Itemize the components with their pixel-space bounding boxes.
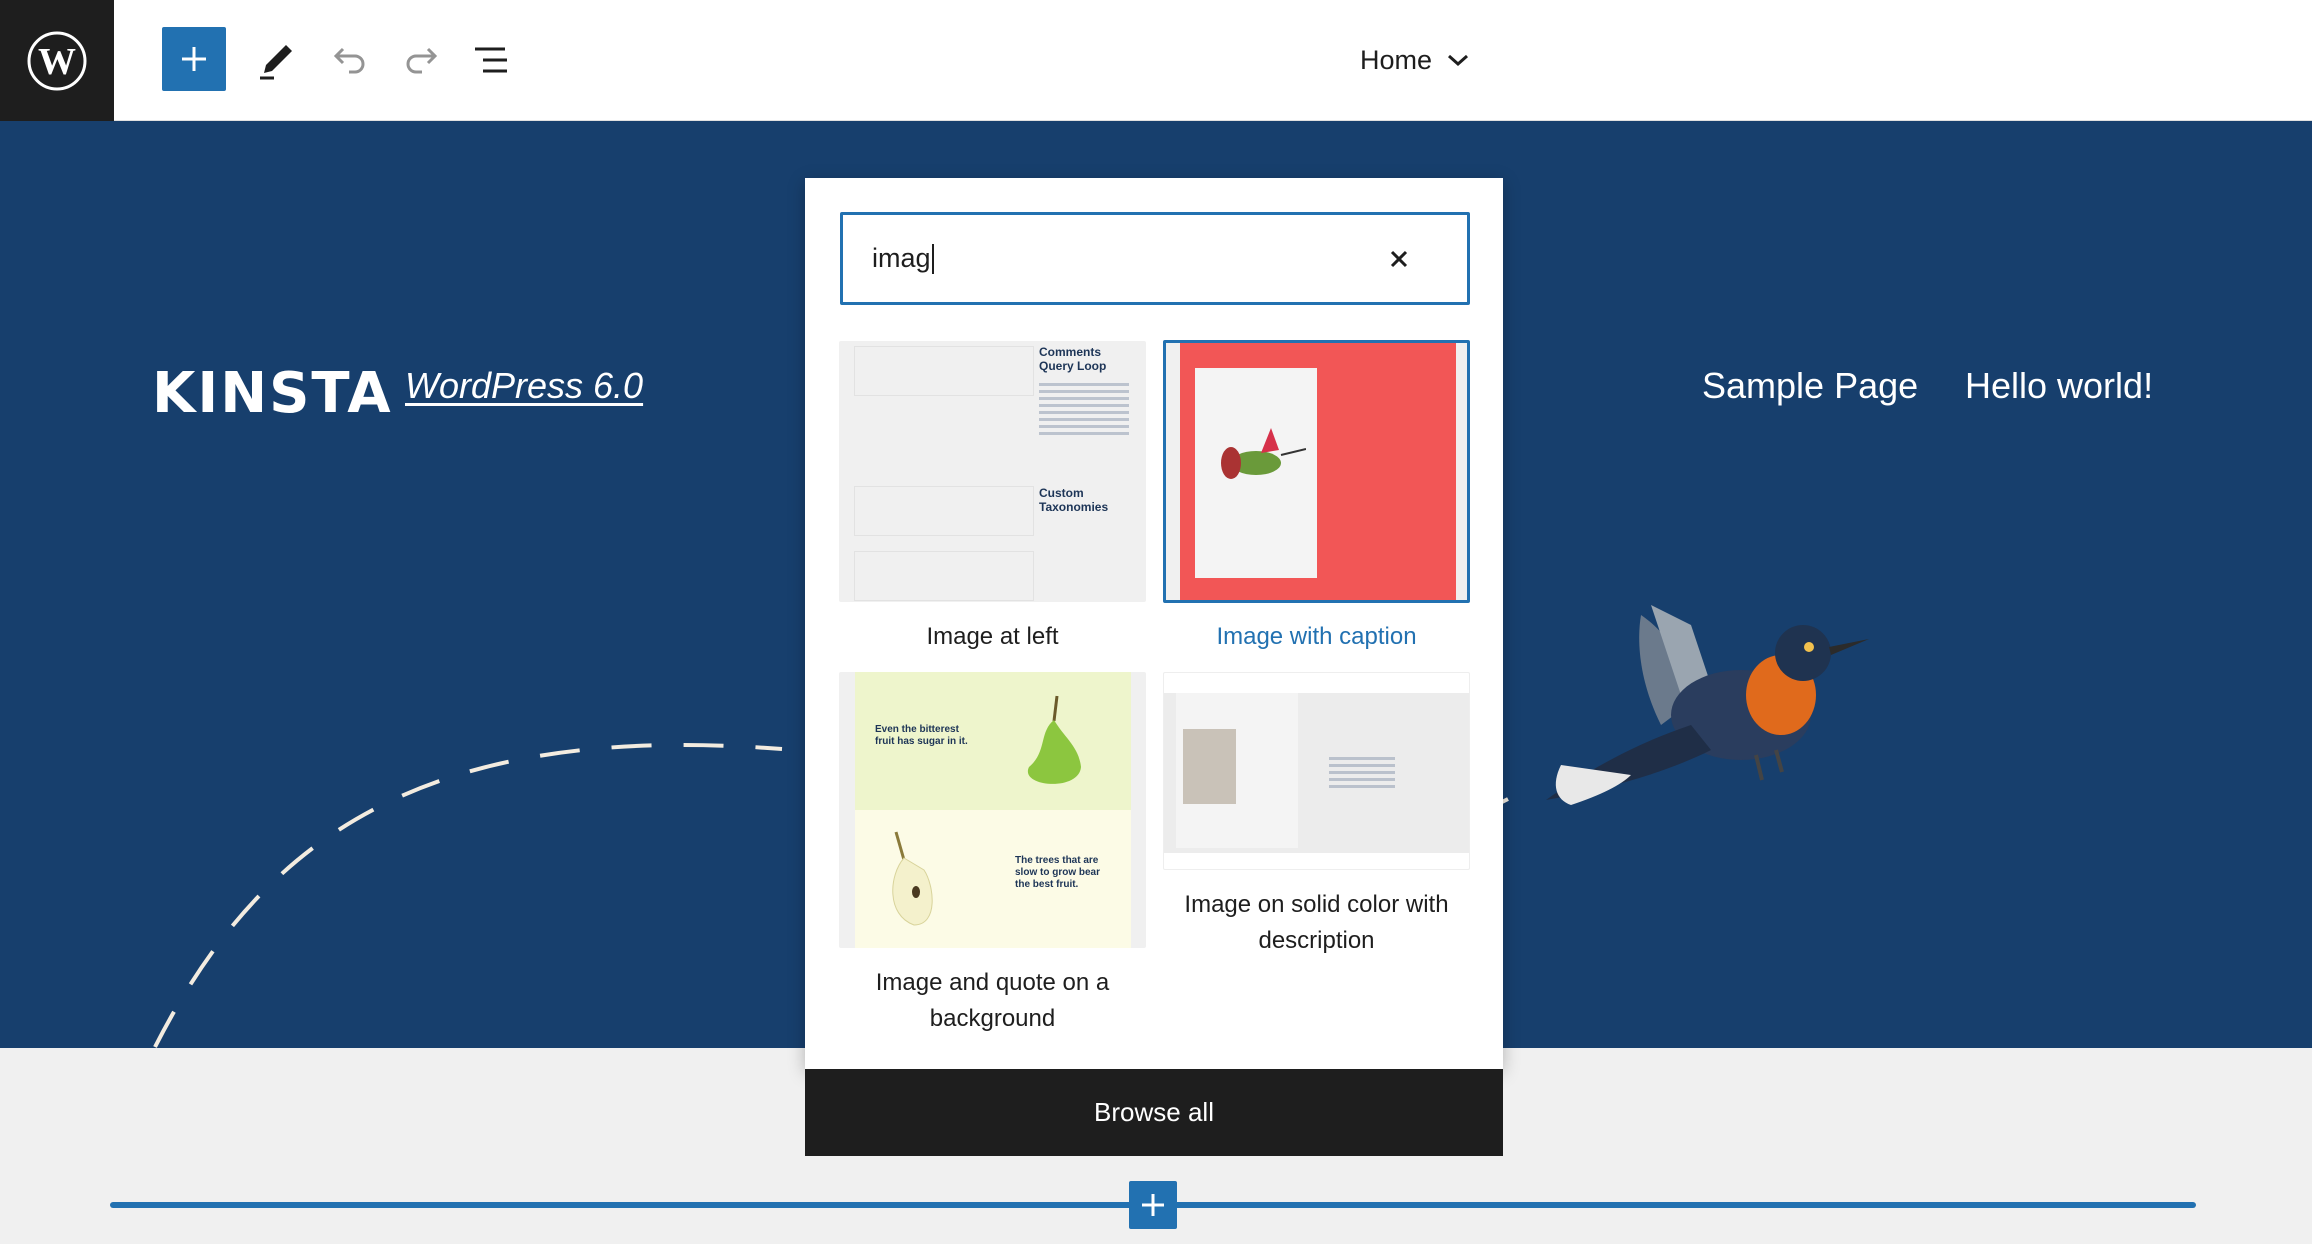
plus-icon [1142, 1194, 1164, 1216]
top-toolbar: W Home [0, 0, 2312, 121]
browse-all-button[interactable]: Browse all [805, 1069, 1503, 1156]
plus-icon [182, 47, 206, 71]
site-title-link[interactable]: WordPress 6.0 [405, 365, 643, 407]
pattern-image-on-solid-color[interactable] [1163, 672, 1470, 870]
insert-block-button[interactable] [1129, 1181, 1177, 1229]
bird-illustration [1546, 605, 1869, 805]
nav-link-sample-page[interactable]: Sample Page [1702, 365, 1918, 407]
undo-button[interactable] [319, 30, 379, 90]
pattern-label[interactable]: Image at left [839, 619, 1146, 655]
search-input[interactable]: imag [840, 212, 1470, 305]
add-block-button[interactable] [162, 27, 226, 91]
undo-icon [333, 47, 365, 74]
pattern-image-at-left[interactable]: Comments Query Loop Custom Taxonomies [839, 341, 1146, 602]
site-logo-text: KINSTA [152, 361, 393, 426]
pattern-image-and-quote[interactable]: Even the bitterest fruit has sugar in it… [839, 672, 1146, 948]
chevron-down-icon [1448, 54, 1469, 67]
pattern-label[interactable]: Image and quote on a background [839, 965, 1146, 1037]
thumb-quote: The trees that are slow to grow bear the… [1015, 855, 1101, 890]
pencil-icon [260, 45, 292, 80]
pattern-label[interactable]: Image with caption [1163, 619, 1470, 655]
site-logo[interactable]: KINSTA [152, 361, 393, 426]
redo-icon [406, 47, 438, 74]
template-name: Home [1360, 44, 1433, 75]
template-dropdown[interactable]: Home [1360, 38, 1470, 82]
list-view-icon [475, 47, 507, 73]
svg-text:W: W [38, 41, 76, 83]
pear-icon [1027, 695, 1081, 784]
pear-half-icon [892, 831, 933, 926]
search-value: imag [872, 243, 931, 273]
close-icon[interactable] [1381, 241, 1417, 277]
wordpress-logo-icon[interactable]: W [0, 0, 114, 121]
hummingbird-image [1221, 428, 1306, 479]
thumb-heading: Custom Taxonomies [1039, 486, 1109, 514]
quick-inserter-popover: imag Comments Query Loop Custom Taxonomi… [805, 178, 1503, 1069]
redo-button[interactable] [392, 30, 452, 90]
thumb-quote: Even the bitterest fruit has sugar in it… [875, 724, 968, 747]
pattern-image-with-caption[interactable] [1163, 340, 1470, 603]
thumb-heading: Comments Query Loop [1039, 345, 1107, 373]
edit-tool-button[interactable] [246, 30, 306, 90]
list-view-button[interactable] [462, 30, 522, 90]
pattern-label[interactable]: Image on solid color with description [1163, 887, 1470, 959]
nav-link-hello-world[interactable]: Hello world! [1965, 365, 2153, 407]
